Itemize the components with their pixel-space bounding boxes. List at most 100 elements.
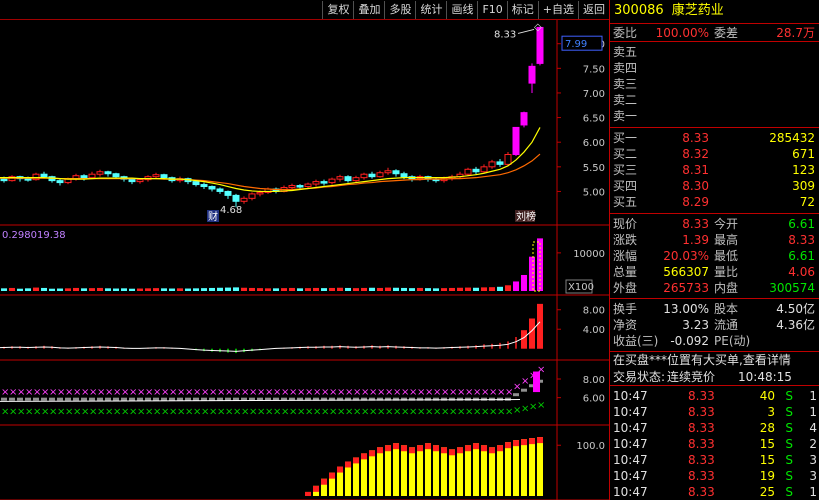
buy-level-volume: 123 (792, 163, 815, 177)
tick-trades-list[interactable]: 10:47 8.33 40 S 1 10:47 8.33 3 S 1 10:47 8.33 28 S 4 10… (610, 386, 819, 500)
toolbar-button-7[interactable]: +自选 (537, 1, 578, 19)
volume-bar (257, 288, 263, 291)
trade-price: 8.33 (688, 389, 715, 403)
trade-count: 1 (809, 405, 817, 419)
volume-bar (49, 288, 55, 291)
candle-body (360, 173, 368, 179)
trade-time: 10:47 (613, 389, 648, 403)
stat-label: 最高 (714, 233, 739, 247)
indicator-bar (473, 397, 479, 401)
trade-row: 10:47 8.33 25 S 1 (610, 484, 819, 500)
trade-row: 10:47 8.33 19 S 3 (610, 468, 819, 484)
toolbar-button-3[interactable]: 统计 (415, 1, 446, 19)
candle-body (368, 173, 376, 178)
stat-label: 今开 (714, 217, 739, 231)
sentiment-bar-top (385, 445, 391, 452)
trade-row: 10:47 8.33 15 S 2 (610, 436, 819, 452)
high-price-annotation: 8.33 (494, 29, 516, 40)
candle-body (480, 166, 488, 173)
stat-label: 现价 (613, 217, 638, 231)
toolbar-button-4[interactable]: 画线 (446, 1, 477, 19)
volume-bar (321, 288, 327, 291)
fund-row: 净资 3.23 流通 4.36亿 (610, 317, 819, 333)
volume-bar (177, 288, 183, 291)
toolbar-button-8[interactable]: 返回 (578, 1, 609, 19)
sentiment-bar (497, 445, 503, 496)
sell-level-label: 卖二 (613, 93, 638, 107)
sentiment-bar (393, 443, 399, 496)
sentiment-bar (377, 447, 383, 496)
trade-time: 10:47 (613, 421, 648, 435)
volume-bar (249, 287, 255, 291)
axis-tick-label: 8.00 (583, 375, 605, 386)
chart-area[interactable]: 5.00 5.50 6.00 6.50 7.00 7.50 8.00 7.99 8.33 ◇ 4.6… (0, 20, 609, 500)
trade-price: 8.33 (688, 453, 715, 467)
sentiment-bar-top (393, 443, 399, 450)
volume-bar (329, 287, 335, 291)
volume-bar (185, 288, 191, 291)
indicator-bar (153, 397, 159, 401)
indicator-bar (81, 397, 87, 401)
wei-bi-label: 委比 (613, 26, 638, 40)
volume-bar (241, 287, 247, 291)
buy-level-volume: 72 (799, 195, 815, 209)
candle-body (528, 65, 536, 84)
volume-bar (449, 287, 455, 291)
volume-bar (529, 256, 535, 291)
sell-level-row: 卖二 (610, 92, 819, 108)
toolbar-button-5[interactable]: F10 (477, 1, 506, 19)
trade-volume: 3 (767, 405, 775, 419)
candle-body (88, 173, 96, 179)
sentiment-bar (465, 445, 471, 496)
wei-cha-value: 28.7万 (776, 26, 815, 40)
high-annotation-pointer (517, 28, 535, 34)
indicator-bar (73, 397, 79, 401)
sentiment-bar (433, 445, 439, 496)
buy-order-book: 买一 8.33 285432 买二 8.32 671 买三 8.31 123 买四 8.30 309 买… (610, 128, 819, 214)
sentiment-bar-top (321, 478, 327, 485)
toolbar-button-6[interactable]: 标记 (506, 1, 538, 19)
toolbar-button-2[interactable]: 多股 (384, 1, 415, 19)
indicator-bar (177, 397, 183, 401)
chart-toolbar: 复权 叠加 多股 统计 画线 F10 标记 +自选 返回 (0, 0, 609, 20)
trade-direction: S (785, 405, 793, 419)
sentiment-bar (457, 447, 463, 496)
volume-bar (313, 287, 319, 291)
sentiment-bar-top (521, 439, 527, 446)
sentiment-bar (505, 442, 511, 496)
sell-level-row: 卖一 (610, 108, 819, 124)
candle-body (160, 174, 168, 179)
trade-volume: 28 (759, 421, 775, 435)
buy-level-row: 买四 8.30 309 (610, 178, 819, 194)
volume-unit-label: X100 (568, 282, 594, 293)
sentiment-bar-top (465, 445, 471, 452)
sentiment-bar-top (505, 442, 511, 449)
indicator-spike (533, 371, 540, 393)
diamond-marker: ◇ (534, 22, 542, 33)
stat-label: 涨幅 (613, 249, 638, 263)
indicator-bar (521, 388, 527, 392)
buy-level-row: 买三 8.31 123 (610, 162, 819, 178)
fund-value: 13.00% (663, 302, 709, 316)
big-order-notice[interactable]: 在买盘***位置有大买单,查看详情 (610, 352, 819, 369)
volume-bar (145, 288, 151, 291)
volume-bar (161, 288, 167, 291)
volume-bar (209, 287, 215, 291)
fund-row: 收益(三) -0.092 PE(动) (610, 333, 819, 349)
candle-body (472, 168, 480, 173)
volume-bar (265, 288, 271, 291)
buy-level-label: 买二 (613, 147, 638, 161)
trade-time: 10:47 (613, 485, 648, 499)
volume-bar (361, 287, 367, 291)
toolbar-buttons: 复权 叠加 多股 统计 画线 F10 标记 +自选 返回 (322, 1, 609, 19)
trade-direction: S (785, 389, 793, 403)
volume-bar (297, 288, 303, 291)
fund-label: 收益(三) (613, 334, 659, 348)
sentiment-bar-top (473, 443, 479, 450)
axis-tick-label: 4.00 (583, 325, 605, 336)
toolbar-button-0[interactable]: 复权 (322, 1, 353, 19)
sentiment-bar (537, 437, 543, 496)
toolbar-button-1[interactable]: 叠加 (353, 1, 384, 19)
stat-value: 4.06 (788, 265, 815, 279)
trade-state-row: 交易状态: 连续竞价 10:48:15 (610, 369, 819, 386)
